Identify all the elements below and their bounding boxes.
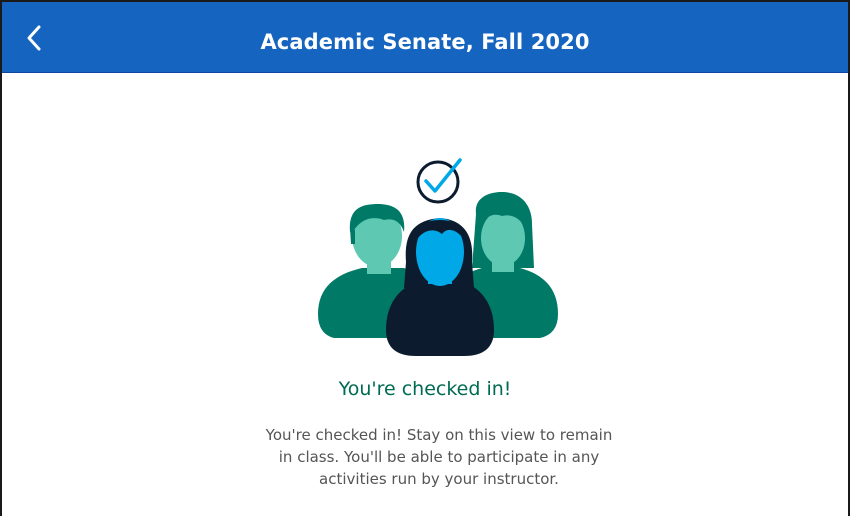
checked-in-heading: You're checked in! <box>338 378 512 400</box>
page-title: Academic Senate, Fall 2020 <box>260 30 590 54</box>
checked-in-message: You're checked in! Stay on this view to … <box>265 426 613 488</box>
app-header: Academic Senate, Fall 2020 <box>2 2 848 73</box>
check-circle-icon <box>416 158 462 204</box>
app-window: Academic Senate, Fall 2020 You're checke… <box>0 0 850 516</box>
people-group-icon <box>318 158 558 356</box>
back-button[interactable] <box>16 20 52 56</box>
chevron-left-icon <box>27 25 41 51</box>
